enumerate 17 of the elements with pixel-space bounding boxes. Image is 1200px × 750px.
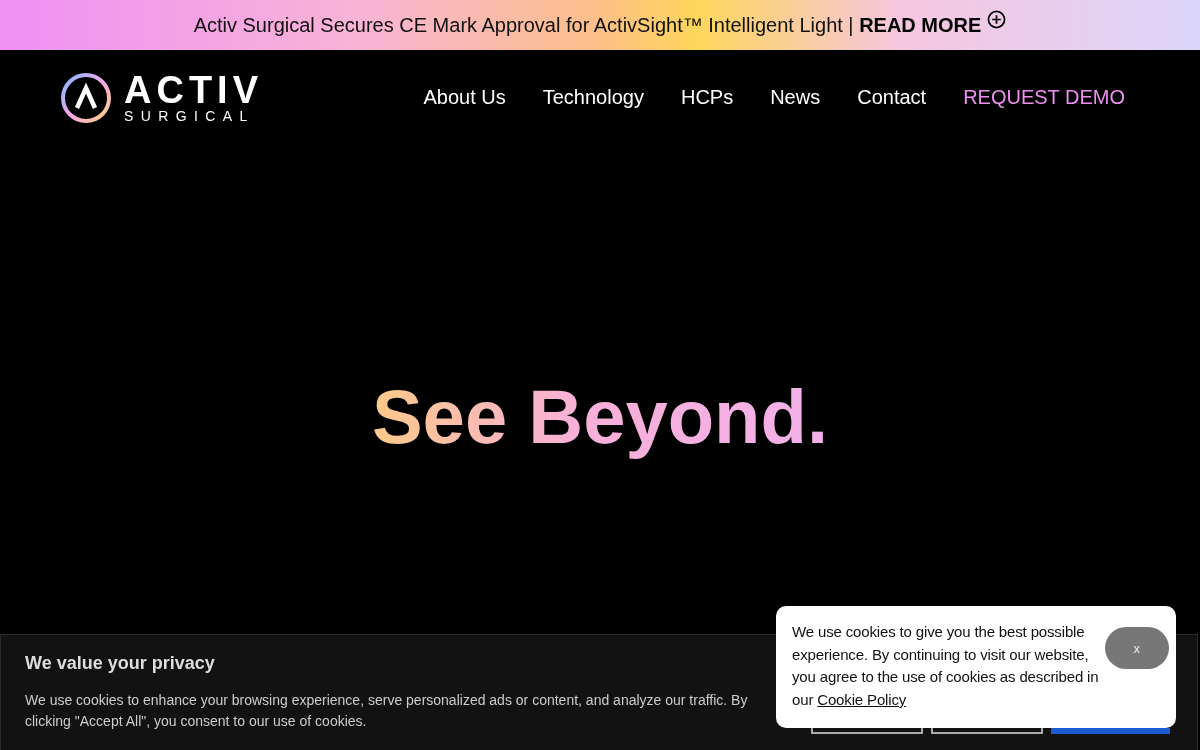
cookie-notice-text: We use cookies to give you the best possible experience. By continuing to visit our website, you agree to the use of cookies as described in our Cookie Policy bbox=[792, 622, 1100, 710]
nav-link[interactable]: HCPs bbox=[680, 86, 734, 109]
read-more-link[interactable]: READ MORE bbox=[859, 13, 982, 37]
logo-wordmark[interactable]: ACTIV bbox=[124, 71, 263, 108]
nav-link[interactable]: Technology bbox=[542, 86, 644, 109]
cookie-policy-link[interactable]: Cookie Policy bbox=[817, 690, 907, 708]
announcement-text: Activ Surgical Secures CE Mark Approval for ActivSight™ Intelligent Light | bbox=[193, 13, 855, 37]
close-button[interactable]: x bbox=[1104, 627, 1169, 669]
nav-link[interactable]: About Us bbox=[423, 86, 506, 109]
privacy-text: We use cookies to enhance your browsing experience, serve personalized ads or content, and analyze our traffic. By clicking "Accept All", you consent to our use of cookies. bbox=[25, 691, 749, 731]
request-demo-link[interactable]: REQUEST DEMO bbox=[963, 86, 1125, 109]
nav-link[interactable]: Contact bbox=[857, 86, 927, 109]
plus-circle-icon[interactable] bbox=[987, 10, 1007, 29]
logo-subtitle: SURGICAL bbox=[124, 107, 256, 124]
nav-link[interactable]: News bbox=[770, 86, 821, 109]
logo-ring-icon[interactable] bbox=[60, 71, 112, 124]
privacy-title: We value your privacy bbox=[25, 653, 215, 674]
